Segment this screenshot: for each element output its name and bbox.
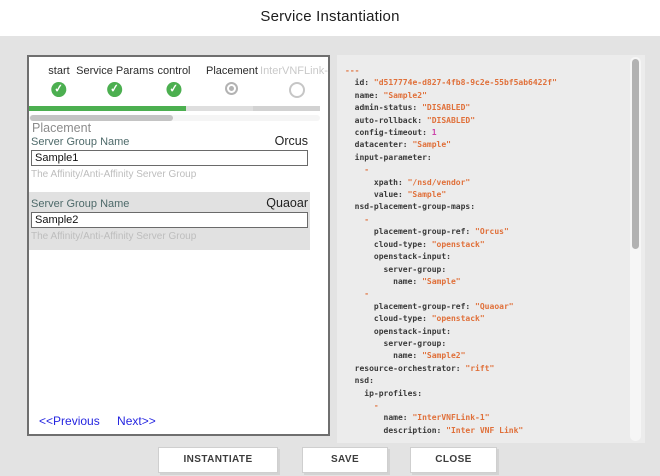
server-group-name-input[interactable] <box>31 150 308 166</box>
yaml-line: auto-rollback: "DISABLED" <box>345 115 625 127</box>
yaml-line: cloud-type: "openstack" <box>345 313 625 325</box>
yaml-line: - <box>345 288 625 300</box>
yaml-line: value: "Sample" <box>345 189 625 201</box>
placement-group-name: Orcus <box>275 134 308 148</box>
service-instantiation-window: Service Instantiation start ✓ Service Pa… <box>0 0 660 476</box>
wizard-panel: start ✓ Service Params ✓ control ✓ Place… <box>27 55 330 436</box>
server-group-name-input[interactable] <box>31 212 308 228</box>
yaml-line: openstack-input: <box>345 251 625 263</box>
yaml-line: admin-status: "DISABLED" <box>345 102 625 114</box>
placement-group-name: Quaoar <box>266 196 308 210</box>
yaml-line: - <box>345 400 625 412</box>
yaml-line: - <box>345 164 625 176</box>
vertical-scrollbar-thumb[interactable] <box>632 59 639 249</box>
close-button[interactable]: CLOSE <box>410 447 497 473</box>
wizard-step-control[interactable]: control ✓ <box>157 65 190 97</box>
server-group-name-label: Server Group Name <box>31 198 129 210</box>
yaml-line: name: "Sample2" <box>345 90 625 102</box>
step-label: control <box>157 65 190 77</box>
progress-remainder <box>253 106 320 111</box>
placement-heading: Placement <box>32 121 91 135</box>
yaml-line: server-group: <box>345 338 625 350</box>
yaml-line: id: "d517774e-d827-4fb8-9c2e-55bf5ab6422… <box>345 77 625 89</box>
yaml-line: --- <box>345 65 625 77</box>
wizard-step-service-params[interactable]: Service Params ✓ <box>76 65 154 97</box>
previous-link[interactable]: <<Previous <box>39 414 100 428</box>
check-icon: ✓ <box>107 81 123 97</box>
step-label: Placement <box>206 65 258 77</box>
step-label: Service Params <box>76 65 154 77</box>
server-group-orcus: Server Group Name Orcus The Affinity/Ant… <box>31 134 308 180</box>
yaml-line: xpath: "/nsd/vendor" <box>345 177 625 189</box>
server-group-quaoar: Server Group Name Quaoar The Affinity/An… <box>29 192 310 250</box>
yaml-line: cloud-type: "openstack" <box>345 239 625 251</box>
yaml-line: name: "InterVNFLink-1" <box>345 412 625 424</box>
yaml-line: config-timeout: 1 <box>345 127 625 139</box>
field-helper-text: The Affinity/Anti-Affinity Server Group <box>31 169 308 180</box>
server-group-name-label: Server Group Name <box>31 136 129 148</box>
radio-selected-icon <box>225 82 238 95</box>
wizard-progress-bar <box>29 106 320 111</box>
yaml-line: name: "Sample2" <box>345 350 625 362</box>
wizard-step-placement[interactable]: Placement <box>206 65 258 100</box>
yaml-line: datacenter: "Sample" <box>345 139 625 151</box>
yaml-line: placement-group-ref: "Quaoar" <box>345 301 625 313</box>
wizard-nav: <<Previous Next>> <box>39 414 156 428</box>
yaml-line: placement-group-ref: "Orcus" <box>345 226 625 238</box>
progress-fill <box>29 106 186 111</box>
yaml-line: name: "Sample" <box>345 276 625 288</box>
yaml-line: nsd-placement-group-maps: <box>345 201 625 213</box>
check-icon: ✓ <box>166 81 182 97</box>
yaml-preview-panel: --- id: "d517774e-d827-4fb8-9c2e-55bf5ab… <box>337 55 645 443</box>
yaml-line: input-parameter: <box>345 152 625 164</box>
instantiate-button[interactable]: INSTANTIATE <box>158 447 278 473</box>
yaml-line: server-group: <box>345 264 625 276</box>
yaml-line: nsd: <box>345 375 625 387</box>
next-link[interactable]: Next>> <box>117 414 156 428</box>
yaml-line: resource-orchestrator: "rift" <box>345 363 625 375</box>
step-label: start <box>48 65 69 77</box>
save-button[interactable]: SAVE <box>302 447 388 473</box>
yaml-line: description: "Inter VNF Link" <box>345 425 625 437</box>
yaml-line: ip-profiles: <box>345 388 625 400</box>
field-helper-text: The Affinity/Anti-Affinity Server Group <box>31 231 308 242</box>
page-title: Service Instantiation <box>0 8 660 25</box>
header: Service Instantiation <box>0 0 660 36</box>
yaml-code: --- id: "d517774e-d827-4fb8-9c2e-55bf5ab… <box>345 65 625 437</box>
wizard-step-intervnflink[interactable]: InterVNFLink-1 <box>260 65 330 103</box>
yaml-line: - <box>345 214 625 226</box>
vertical-scrollbar[interactable] <box>630 57 641 441</box>
yaml-line: openstack-input: <box>345 326 625 338</box>
check-icon: ✓ <box>51 81 67 97</box>
step-label: InterVNFLink-1 <box>260 65 330 77</box>
radio-empty-icon <box>289 82 305 98</box>
wizard-step-start[interactable]: start ✓ <box>48 65 69 97</box>
